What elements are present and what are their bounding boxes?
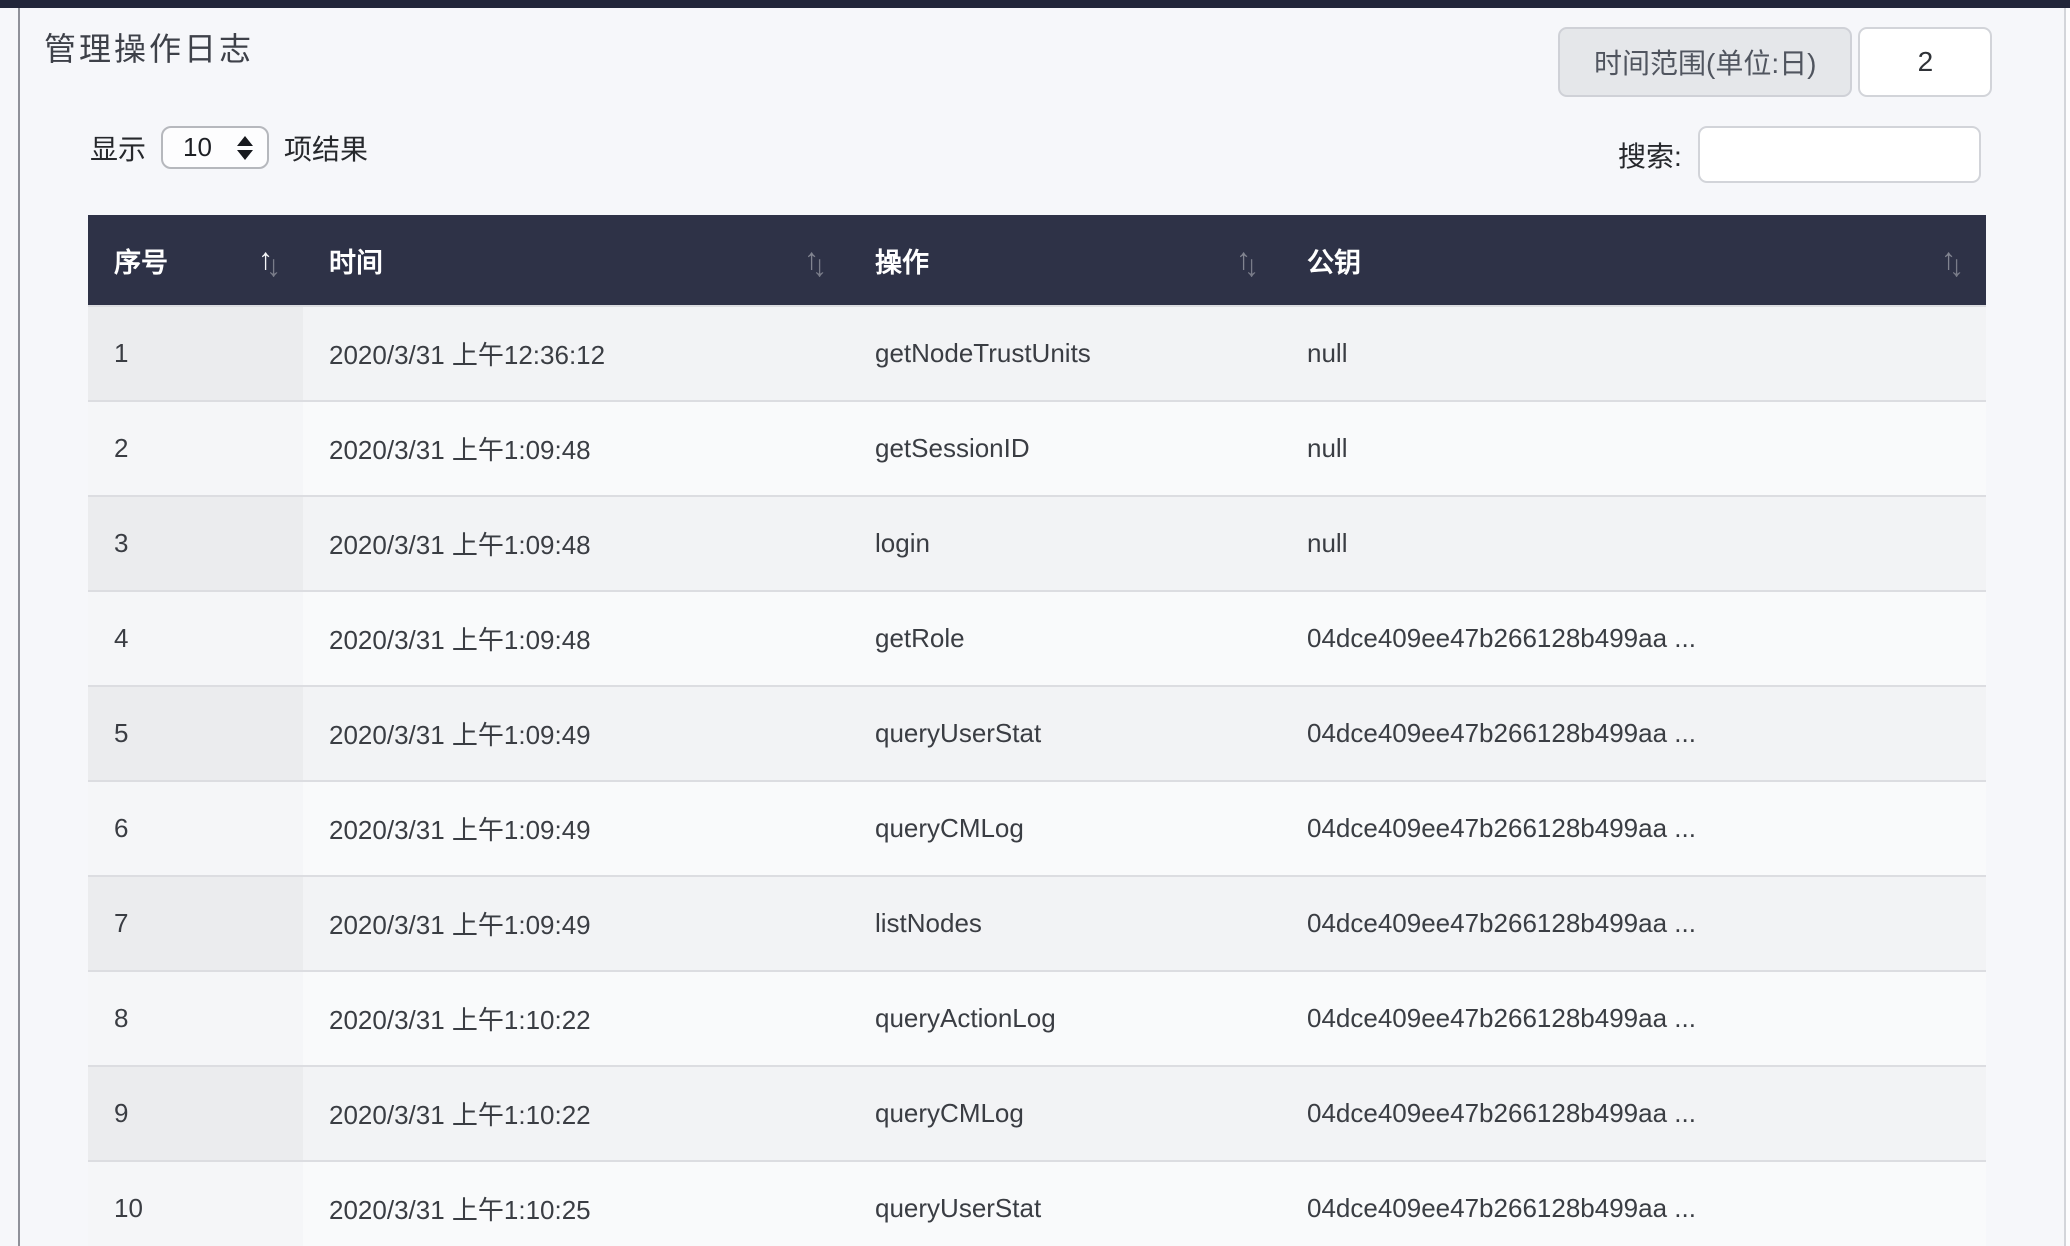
page-length-value: 10 bbox=[183, 132, 212, 163]
cell-index: 8 bbox=[88, 972, 303, 1065]
cell-index: 9 bbox=[88, 1067, 303, 1160]
sort-arrows-icon: ↑↓ bbox=[1236, 245, 1259, 275]
search-input[interactable] bbox=[1698, 126, 1981, 183]
cell-time: 2020/3/31 上午1:09:49 bbox=[303, 782, 849, 875]
table-row: 12020/3/31 上午12:36:12getNodeTrustUnitsnu… bbox=[88, 305, 1986, 400]
cell-pubkey: 04dce409ee47b266128b499aa ... bbox=[1281, 687, 1986, 780]
cell-time: 2020/3/31 上午1:09:49 bbox=[303, 877, 849, 970]
cell-time: 2020/3/31 上午1:09:48 bbox=[303, 592, 849, 685]
cell-pubkey: 04dce409ee47b266128b499aa ... bbox=[1281, 877, 1986, 970]
table-row: 22020/3/31 上午1:09:48getSessionIDnull bbox=[88, 400, 1986, 495]
cell-action: login bbox=[849, 497, 1281, 590]
table-row: 42020/3/31 上午1:09:48getRole04dce409ee47b… bbox=[88, 590, 1986, 685]
page-length-select[interactable]: 10 bbox=[161, 126, 269, 169]
cell-time: 2020/3/31 上午1:10:25 bbox=[303, 1162, 849, 1246]
cell-index: 6 bbox=[88, 782, 303, 875]
page-title: 管理操作日志 bbox=[44, 24, 254, 70]
sort-arrows-icon: ↑↓ bbox=[258, 245, 281, 275]
cell-pubkey: 04dce409ee47b266128b499aa ... bbox=[1281, 1162, 1986, 1246]
table-row: 32020/3/31 上午1:09:48loginnull bbox=[88, 495, 1986, 590]
cell-pubkey: null bbox=[1281, 497, 1986, 590]
show-label: 显示 bbox=[90, 128, 146, 168]
column-header-label: 时间 bbox=[329, 241, 383, 280]
cell-action: queryUserStat bbox=[849, 687, 1281, 780]
cell-index: 4 bbox=[88, 592, 303, 685]
cell-index: 7 bbox=[88, 877, 303, 970]
cell-time: 2020/3/31 上午1:09:48 bbox=[303, 402, 849, 495]
cell-pubkey: 04dce409ee47b266128b499aa ... bbox=[1281, 592, 1986, 685]
table-row: 62020/3/31 上午1:09:49queryCMLog04dce409ee… bbox=[88, 780, 1986, 875]
cell-pubkey: 04dce409ee47b266128b499aa ... bbox=[1281, 972, 1986, 1065]
column-header-label: 操作 bbox=[875, 241, 929, 280]
cell-action: queryUserStat bbox=[849, 1162, 1281, 1246]
column-header-label: 公钥 bbox=[1307, 241, 1361, 280]
time-range-input[interactable] bbox=[1858, 27, 1992, 97]
sort-arrows-icon: ↑↓ bbox=[1941, 245, 1964, 275]
time-range-label: 时间范围(单位:日) bbox=[1558, 27, 1852, 97]
column-header-time[interactable]: 时间 ↑↓ bbox=[303, 215, 849, 305]
cell-action: getSessionID bbox=[849, 402, 1281, 495]
cell-time: 2020/3/31 上午1:10:22 bbox=[303, 972, 849, 1065]
cell-index: 3 bbox=[88, 497, 303, 590]
table-row: 72020/3/31 上午1:09:49listNodes04dce409ee4… bbox=[88, 875, 1986, 970]
cell-time: 2020/3/31 上午1:10:22 bbox=[303, 1067, 849, 1160]
select-spinner-icon bbox=[237, 136, 253, 160]
table-row: 82020/3/31 上午1:10:22queryActionLog04dce4… bbox=[88, 970, 1986, 1065]
cell-action: queryCMLog bbox=[849, 1067, 1281, 1160]
column-header-index[interactable]: 序号 ↑↓ bbox=[88, 215, 303, 305]
sort-arrows-icon: ↑↓ bbox=[804, 245, 827, 275]
left-panel-border bbox=[18, 8, 20, 1246]
table-row: 92020/3/31 上午1:10:22queryCMLog04dce409ee… bbox=[88, 1065, 1986, 1160]
cell-index: 5 bbox=[88, 687, 303, 780]
table-row: 52020/3/31 上午1:09:49queryUserStat04dce40… bbox=[88, 685, 1986, 780]
table-row: 102020/3/31 上午1:10:25queryUserStat04dce4… bbox=[88, 1160, 1986, 1246]
cell-time: 2020/3/31 上午12:36:12 bbox=[303, 307, 849, 400]
cell-action: queryCMLog bbox=[849, 782, 1281, 875]
cell-pubkey: null bbox=[1281, 307, 1986, 400]
cell-action: listNodes bbox=[849, 877, 1281, 970]
right-edge-strip bbox=[2066, 8, 2070, 1246]
page-length-control: 显示 10 项结果 bbox=[90, 126, 368, 169]
cell-time: 2020/3/31 上午1:09:49 bbox=[303, 687, 849, 780]
cell-pubkey: 04dce409ee47b266128b499aa ... bbox=[1281, 782, 1986, 875]
cell-action: queryActionLog bbox=[849, 972, 1281, 1065]
column-header-label: 序号 bbox=[114, 241, 168, 280]
table-header: 序号 ↑↓ 时间 ↑↓ 操作 ↑↓ 公钥 ↑↓ bbox=[88, 215, 1986, 305]
cell-pubkey: 04dce409ee47b266128b499aa ... bbox=[1281, 1067, 1986, 1160]
cell-time: 2020/3/31 上午1:09:48 bbox=[303, 497, 849, 590]
cell-action: getRole bbox=[849, 592, 1281, 685]
cell-index: 1 bbox=[88, 307, 303, 400]
time-range-group: 时间范围(单位:日) bbox=[1558, 27, 1992, 97]
cell-index: 2 bbox=[88, 402, 303, 495]
table-body: 12020/3/31 上午12:36:12getNodeTrustUnitsnu… bbox=[88, 305, 1986, 1246]
top-navigation-bar bbox=[0, 0, 2070, 8]
cell-action: getNodeTrustUnits bbox=[849, 307, 1281, 400]
column-header-pubkey[interactable]: 公钥 ↑↓ bbox=[1281, 215, 1986, 305]
search-label: 搜索: bbox=[1618, 135, 1682, 175]
show-suffix-label: 项结果 bbox=[284, 128, 368, 168]
column-header-action[interactable]: 操作 ↑↓ bbox=[849, 215, 1281, 305]
cell-index: 10 bbox=[88, 1162, 303, 1246]
cell-pubkey: null bbox=[1281, 402, 1986, 495]
search-control: 搜索: bbox=[1618, 126, 1981, 183]
operation-log-table: 序号↑↓时间↑↓操作↑↓公钥↑↓ 12020/3/31 上午12:36:12ge… bbox=[88, 215, 1986, 1246]
